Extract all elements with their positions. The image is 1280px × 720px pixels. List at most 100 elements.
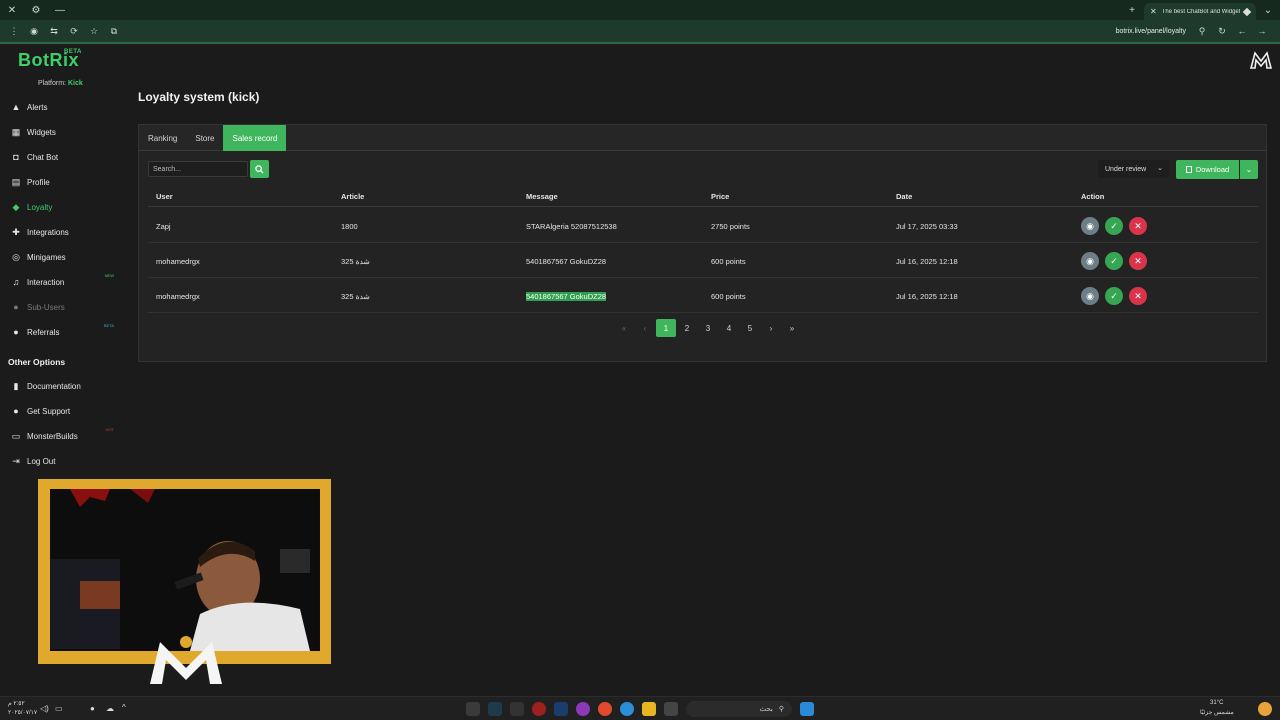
download-button[interactable]: Download: [1176, 160, 1239, 179]
taskbar-app-icon[interactable]: [532, 702, 546, 716]
page-button-3[interactable]: 3: [698, 319, 718, 337]
view-button[interactable]: ◉: [1081, 252, 1099, 270]
table-row: mohamedrgx 325 شدة 5401867567 GokuDZ28 6…: [148, 243, 1258, 278]
taskbar-search-input[interactable]: بحث ⚲: [686, 701, 792, 717]
page-button-4[interactable]: 4: [719, 319, 739, 337]
tab-store[interactable]: Store: [186, 125, 223, 151]
share-icon[interactable]: ⧉: [106, 23, 122, 39]
check-icon: ✓: [1110, 255, 1118, 266]
approve-button[interactable]: ✓: [1105, 252, 1123, 270]
profile-icon[interactable]: ⇆: [46, 23, 62, 39]
mic-icon[interactable]: ●: [90, 704, 95, 713]
botrix-logo[interactable]: BotRix BETA: [18, 49, 81, 71]
monster-logo-icon: [1250, 51, 1272, 69]
steam-icon[interactable]: [554, 702, 568, 716]
taskbar-app-icon[interactable]: [664, 702, 678, 716]
new-tab-icon[interactable]: +: [1120, 0, 1144, 20]
weather-description[interactable]: مشمس جزئيًا: [1200, 709, 1234, 716]
weather-temperature[interactable]: 31°C: [1210, 700, 1223, 706]
url-field[interactable]: botrix.live/panel/loyalty: [126, 28, 1194, 35]
cell-article: 1800: [341, 222, 358, 231]
cell-message-selected[interactable]: 5401867567 GokuDZ28: [526, 292, 607, 301]
menu-dots-icon[interactable]: ⋮: [6, 23, 22, 39]
network-icon[interactable]: ▭: [55, 704, 63, 713]
sidebar-item-referrals[interactable]: ● Referrals BETA: [10, 323, 122, 340]
sidebar-item-log-out[interactable]: ⇥ Log Out: [10, 453, 122, 469]
chrome-icon[interactable]: [598, 702, 612, 716]
refresh-icon[interactable]: ↻: [1214, 23, 1230, 39]
view-button[interactable]: ◉: [1081, 287, 1099, 305]
cell-message: STARAlgeria 52087512538: [526, 222, 617, 231]
sidebar-item-documentation[interactable]: ▮ Documentation: [10, 378, 122, 394]
sidebar-item-integrations[interactable]: ✚ Integrations: [10, 224, 122, 240]
column-header-action: Action: [1081, 192, 1105, 201]
page-button-1[interactable]: 1: [656, 319, 676, 337]
prev-page-icon[interactable]: ‹: [635, 319, 655, 337]
sidebar-item-widgets[interactable]: ▦ Widgets: [10, 124, 122, 140]
last-page-icon[interactable]: »: [782, 319, 802, 337]
next-page-icon[interactable]: ›: [761, 319, 781, 337]
weather-icon[interactable]: [1258, 702, 1272, 716]
tab-sales-record[interactable]: Sales record: [223, 125, 287, 151]
search-button[interactable]: [250, 160, 269, 178]
taskbar-clock-time[interactable]: ٢:٥٢ م: [8, 700, 25, 707]
sidebar-item-get-support[interactable]: ● Get Support: [10, 403, 122, 419]
extension-icon[interactable]: ◉: [26, 23, 42, 39]
sidebar-item-sub-users[interactable]: ● Sub-Users: [10, 299, 122, 315]
site-settings-icon[interactable]: ⚲: [1194, 23, 1210, 39]
tab-list-icon[interactable]: ⌄: [1256, 0, 1280, 20]
reload-icon[interactable]: ⟳: [66, 23, 82, 39]
page-button-5[interactable]: 5: [740, 319, 760, 337]
monitor-icon: ▭: [11, 430, 21, 441]
sidebar-item-monsterbuilds[interactable]: ▭ MonsterBuilds HOT: [10, 427, 122, 444]
column-header-user: User: [156, 192, 173, 201]
speaker-icon[interactable]: ◁): [40, 704, 49, 713]
chevron-up-icon[interactable]: ^: [122, 703, 126, 712]
reject-button[interactable]: ✕: [1129, 287, 1147, 305]
taskbar-app-icon[interactable]: [576, 702, 590, 716]
gem-icon: ◆: [12, 201, 20, 212]
taskbar-app-icon[interactable]: [466, 702, 480, 716]
minimize-icon[interactable]: —: [48, 0, 72, 20]
sidebar-item-profile[interactable]: ▤ Profile: [10, 174, 122, 190]
browser-tab[interactable]: ✕ The best ChatBot and Widgets: [1144, 3, 1256, 20]
cell-date: Jul 16, 2025 12:18: [896, 292, 958, 301]
cell-price: 2750 points: [711, 222, 750, 231]
file-explorer-icon[interactable]: [642, 702, 656, 716]
download-options-button[interactable]: ⌄: [1240, 160, 1258, 179]
sidebar-item-minigames[interactable]: ◎ Minigames: [10, 249, 122, 265]
view-button[interactable]: ◉: [1081, 217, 1099, 235]
forward-icon[interactable]: →: [1254, 23, 1270, 39]
cell-user: mohamedrgx: [156, 257, 200, 266]
back-icon[interactable]: ←: [1234, 23, 1250, 39]
pagination: « ‹ 1 2 3 4 5 › »: [614, 319, 803, 337]
sidebar-item-loyalty[interactable]: ◆ Loyalty: [10, 199, 122, 215]
settings-icon[interactable]: ⚙: [24, 0, 48, 20]
id-card-icon: ▤: [11, 176, 21, 187]
reject-button[interactable]: ✕: [1129, 252, 1147, 270]
column-header-article: Article: [341, 192, 365, 201]
sidebar-item-alerts[interactable]: ▲ Alerts: [10, 99, 122, 115]
windows-start-icon[interactable]: [800, 702, 814, 716]
chevron-down-icon: ⌄: [1245, 165, 1253, 174]
sidebar-item-interaction[interactable]: ♫ Interaction NEW: [10, 273, 122, 290]
taskbar-app-icon[interactable]: [510, 702, 524, 716]
first-page-icon[interactable]: «: [614, 319, 634, 337]
status-filter-select[interactable]: Under review ⌄: [1098, 160, 1169, 178]
tab-close-icon[interactable]: ✕: [1150, 7, 1157, 16]
search-input[interactable]: Search...: [148, 161, 248, 177]
table-row: mohamedrgx 325 شدة 5401867567 GokuDZ28 6…: [148, 278, 1258, 313]
edge-icon[interactable]: [620, 702, 634, 716]
close-window-icon[interactable]: ✕: [0, 0, 24, 20]
taskbar-app-icon[interactable]: [488, 702, 502, 716]
approve-button[interactable]: ✓: [1105, 217, 1123, 235]
taskbar-clock-date[interactable]: ٢٠٢٥/٠٧/١٧: [8, 709, 37, 716]
tab-ranking[interactable]: Ranking: [139, 125, 186, 151]
approve-button[interactable]: ✓: [1105, 287, 1123, 305]
reject-button[interactable]: ✕: [1129, 217, 1147, 235]
page-button-2[interactable]: 2: [677, 319, 697, 337]
sidebar-item-chat-bot[interactable]: ◘ Chat Bot: [10, 149, 122, 165]
cloud-icon[interactable]: ☁: [106, 704, 114, 713]
cell-price: 600 points: [711, 292, 746, 301]
bookmark-star-icon[interactable]: ☆: [86, 23, 102, 39]
